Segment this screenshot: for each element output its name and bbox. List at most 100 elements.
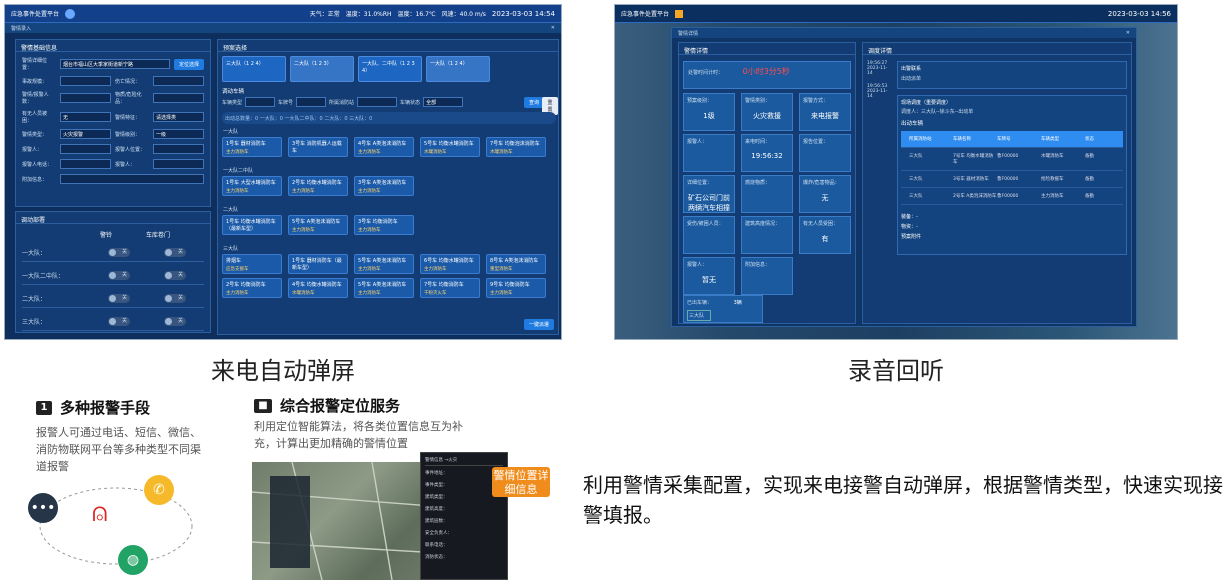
panel-title: 调动部署 (16, 212, 210, 224)
query-button[interactable]: 查询 (524, 97, 545, 108)
detail-card-value: 暂无 (702, 276, 716, 284)
location-input[interactable]: 烟台市福山区大季家街道新宁路 (60, 59, 170, 69)
close-icon[interactable]: ✕ (1126, 30, 1130, 36)
detail-card: 详细位置： 矿石公司门前两辆汽车相撞 (683, 175, 735, 213)
caller-input[interactable] (60, 144, 111, 154)
detail-card-label: 受伤/被困人员： (687, 221, 724, 227)
clock: 2023-03-03 14:56 (1107, 9, 1171, 18)
table-row[interactable]: 三大队 3号车 器材消防车 鲁F00000 抢险救援车 备勤 (901, 171, 1123, 188)
table-row[interactable]: 三大队 7号车 均衡水罐消防车 鲁F00000 水罐消防车 备勤 (901, 148, 1123, 171)
vehicle-card[interactable]: 3号车 A类泡沫消防车 主力消防车 (354, 176, 414, 196)
vehicle-name: 1号车 器材消防车（最新车型） (292, 258, 342, 271)
dispatch-unit-name: 三大队： (22, 319, 47, 326)
app-logo-icon (65, 8, 76, 19)
status-select[interactable]: 全部 (423, 97, 464, 107)
bell-toggle[interactable]: 关 (108, 294, 130, 303)
vehicle-card[interactable]: 5号车 均衡水罐消防车 水罐消防车 (420, 137, 480, 157)
main-description: 利用警情采集配置，实现来电接警自动弹屏，根据警情类型，快速实现接警填报。 (583, 473, 1223, 527)
vehicle-name: 5号车 A类泡沫消防车 (292, 219, 341, 225)
door-toggle[interactable]: 关 (164, 248, 186, 257)
plan-card[interactable]: 一大队（1 2 4） (426, 56, 490, 82)
dispatch-row: 二大队： 关 关 (22, 294, 204, 308)
vehicle-name: 4号车 均衡水罐消防车 (292, 282, 342, 288)
table-cell: 主力消防车 (1041, 194, 1064, 199)
vehicle-card[interactable]: 1号车 器材消防车（最新车型） 重型消防车 (288, 254, 348, 274)
plan-card[interactable]: 三大队（1 2 4） (222, 56, 286, 82)
casualty-input[interactable] (153, 76, 204, 86)
locate-button[interactable]: 定位选择 (173, 58, 204, 70)
humidity-status: 温度：31.0%RH (345, 11, 392, 18)
vehicle-card[interactable]: 7号车 均衡泡沫消防车 水罐消防车 (486, 137, 546, 157)
vehicle-card[interactable]: 5号车 A类泡沫消防车 主力消防车 (354, 278, 414, 298)
vehicle-card[interactable]: 4号车 A类泡沫消防车 主力消防车 (354, 137, 414, 157)
close-icon[interactable]: ✕ (551, 25, 555, 31)
vehicle-name: 排烟车 (226, 258, 242, 264)
timeline-panel: 调度详情 19:56:27 2023-11-14 19:56:53 2023-1… (862, 42, 1132, 324)
level-select[interactable]: 一级 (153, 129, 204, 139)
phone-input[interactable] (60, 159, 111, 169)
caller-location-input[interactable] (153, 144, 204, 154)
vehicle-name: 5号车 均衡水罐消防车 (424, 141, 474, 147)
detail-card-value: 1级 (703, 112, 715, 120)
window-bar: 警情详情 ✕ (672, 28, 1136, 38)
door-toggle[interactable]: 关 (164, 294, 186, 303)
bell-toggle[interactable]: 关 (108, 248, 130, 257)
scale-input[interactable] (60, 76, 111, 86)
vehicle-card[interactable]: 4号车 均衡水罐消防车 水罐消防车 (288, 278, 348, 298)
station-select[interactable] (357, 97, 398, 107)
vehicle-type: 主力消防车 (292, 189, 315, 194)
recording-playback-screen: 应急事件处置平台 2023-03-03 14:56 警情详情 ✕ 警情详情 处警时… (614, 4, 1178, 340)
vehicle-type: 主力消防车 (490, 291, 513, 296)
vehicle-card[interactable]: 1号车 大型水罐消防车 主力消防车 (222, 176, 282, 196)
vehicle-name: 1号车 器材消防车 (226, 141, 266, 147)
vehicle-name: 5号车 A类泡沫消防车 (358, 282, 407, 288)
door-toggle[interactable]: 关 (164, 271, 186, 280)
detail-card-value: 有 (821, 235, 829, 243)
vehicle-card[interactable]: 1号车 均衡水罐消防车（最新车型） 重型消防车 (222, 215, 282, 235)
detail-card: 建筑高度情况： (741, 216, 793, 254)
vehicle-card[interactable]: 3号车 均衡消防车 主力消防车 (354, 215, 414, 235)
table-row[interactable]: 三大队 2号车 A类泡沫消防车 鲁F00000 主力消防车 备勤 (901, 188, 1123, 205)
count-input[interactable] (60, 93, 111, 103)
detail-card: 来电时间： 19:56:32 (741, 134, 793, 172)
group-title: 二大队 (223, 207, 239, 213)
type-select[interactable]: 火灾报警 (60, 129, 111, 139)
vehicle-card[interactable]: 5号车 A类泡沫消防车 主力消防车 (354, 254, 414, 274)
vehicle-type: 主力消防车 (358, 228, 381, 233)
vehicle-card[interactable]: 7号车 均衡消防车 干粉灭火车 (420, 278, 480, 298)
group-title: 一大队 (223, 129, 239, 135)
location-detail-label: 警情位置详细信息 (492, 467, 550, 497)
phone-icon: ✆ (144, 475, 174, 505)
vehicle-card[interactable]: 9号车 均衡消防车 主力消防车 (486, 278, 546, 298)
extra-info-input[interactable] (60, 174, 204, 184)
vehicle-card[interactable]: 3号车 消防机器人运载车主力消防车 (288, 137, 348, 157)
vehicle-card[interactable]: 6号车 均衡水罐消防车 主力消防车 (420, 254, 480, 274)
plan-card[interactable]: 一大队、二中队（1 2 3 4） (358, 56, 422, 82)
vehicle-type: 应急支援车 (226, 267, 249, 272)
table-cell: 2号车 A类泡沫消防车 (953, 194, 997, 199)
door-toggle[interactable]: 关 (164, 317, 186, 326)
plate-input[interactable] (296, 97, 327, 107)
vehicle-card[interactable]: 1号车 器材消防车 主力消防车 (222, 137, 282, 157)
bell-toggle[interactable]: 关 (108, 317, 130, 326)
vehicle-card[interactable]: 8号车 A类泡沫消防车 重型消防车 (486, 254, 546, 274)
vehicle-type-input[interactable] (245, 97, 276, 107)
timer-value: 0小时3分5秒 (742, 67, 790, 76)
detail-card: 燃烧物质： (741, 175, 793, 213)
dispatch-submit-button[interactable]: 一键派遣 (523, 319, 554, 330)
plan-card[interactable]: 二大队（1 2 3） (290, 56, 354, 82)
form-row: 报警人： 报警人位置： (22, 144, 204, 154)
vehicle-card[interactable]: 2号车 均衡水罐消防车 主力消防车 (288, 176, 348, 196)
reporter-input[interactable] (153, 159, 204, 169)
vehicle-type: 重型消防车 (226, 234, 278, 235)
vehicle-card[interactable]: 2号车 均衡消防车 主力消防车 (222, 278, 282, 298)
trapped-select[interactable]: 无 (60, 112, 111, 122)
hazard-input[interactable] (153, 93, 204, 103)
feature-select[interactable]: 请选择类 (153, 112, 204, 122)
vehicle-card[interactable]: 排烟车 应急支援车 (222, 254, 282, 274)
detail-card-label: 预案级别： (687, 98, 713, 104)
record-card: 现场调度（重要调度） 调度人：三大队--徐斗东--出动单 出动车辆 所属消防站车… (897, 95, 1127, 255)
bell-toggle[interactable]: 关 (108, 271, 130, 280)
table-cell: 三大队 (909, 154, 923, 159)
vehicle-card[interactable]: 5号车 A类泡沫消防车 主力消防车 (288, 215, 348, 235)
